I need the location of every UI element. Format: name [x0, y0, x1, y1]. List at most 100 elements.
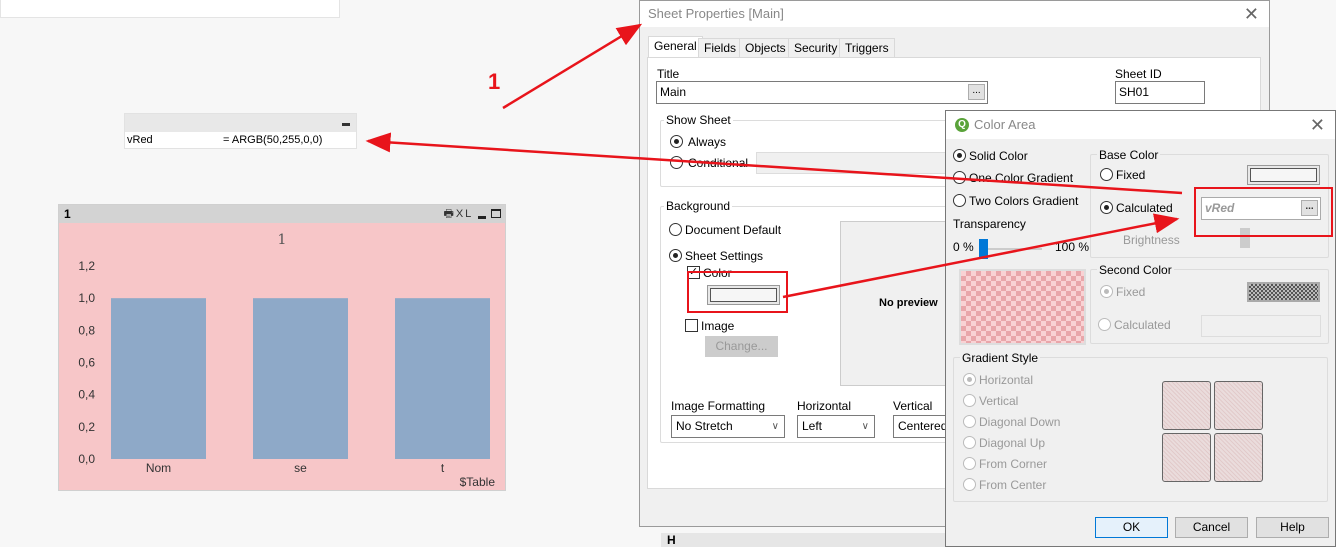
- variable-name: vRed: [127, 134, 153, 146]
- sheet-id-input[interactable]: SH01: [1115, 81, 1205, 104]
- expression-button[interactable]: ...: [968, 84, 985, 100]
- y-tick-label: 0,2: [78, 420, 95, 434]
- second-calculated-input[interactable]: [1201, 315, 1321, 337]
- gradient-variant-4[interactable]: [1214, 433, 1263, 482]
- two-colors-gradient-label: Two Colors Gradient: [969, 194, 1079, 208]
- qlikview-logo-icon: Q: [955, 118, 969, 132]
- base-calculated-input[interactable]: vRed...: [1201, 197, 1321, 220]
- second-calculated-radio[interactable]: [1098, 318, 1111, 331]
- x-axis-label: $Table: [460, 475, 496, 489]
- second-color-group: Second Color Fixed Calculated: [1090, 263, 1329, 344]
- base-calculated-label: Calculated: [1116, 201, 1173, 215]
- color-preview: [959, 269, 1086, 345]
- transparency-slider-thumb[interactable]: [979, 239, 988, 259]
- sheet-id-label: Sheet ID: [1115, 67, 1162, 81]
- title-value: Main: [660, 85, 687, 99]
- chevron-down-icon: ∨: [771, 421, 779, 432]
- one-color-gradient-radio[interactable]: [953, 171, 966, 184]
- conditional-label: Conditional: [688, 156, 749, 170]
- chevron-down-icon: ∨: [861, 421, 869, 432]
- tab-triggers[interactable]: Triggers: [839, 38, 895, 57]
- y-tick-label: 0,4: [78, 388, 95, 402]
- chart-object[interactable]: 1 🖶XL 1 $Table 0,0 0,2 0,4 0,6 0,8 1,0 1,2 Nom s…: [58, 204, 506, 491]
- no-preview-text: No preview: [879, 297, 938, 309]
- base-fixed-radio[interactable]: [1100, 168, 1113, 181]
- always-radio[interactable]: [670, 135, 683, 148]
- gradient-diagonal-down-label: Diagonal Down: [979, 415, 1061, 429]
- gradient-horizontal-label: Horizontal: [979, 373, 1034, 387]
- gradient-variant-2[interactable]: [1214, 381, 1263, 430]
- color-area-title: Color Area: [974, 117, 1036, 132]
- tab-fields[interactable]: Fields: [698, 38, 743, 57]
- document-default-label: Document Default: [685, 223, 782, 237]
- minimize-icon[interactable]: [342, 123, 350, 126]
- bar-se[interactable]: [253, 298, 348, 459]
- variable-row[interactable]: vRed = ARGB(50,255,0,0): [125, 132, 356, 149]
- gradient-from-center-radio[interactable]: [963, 478, 976, 491]
- gradient-variant-1[interactable]: [1162, 381, 1211, 430]
- color-swatch-button[interactable]: [707, 285, 780, 305]
- gradient-diagonal-down-radio[interactable]: [963, 415, 976, 428]
- title-input[interactable]: Main...: [656, 81, 988, 104]
- chart-caption: 1 🖶XL: [59, 205, 505, 223]
- sheet-object-h[interactable]: H: [661, 533, 951, 547]
- second-fixed-swatch[interactable]: [1247, 282, 1320, 302]
- y-tick-label: 0,8: [78, 323, 95, 337]
- second-calculated-label: Calculated: [1114, 318, 1171, 332]
- excel-icon[interactable]: XL: [456, 208, 473, 220]
- always-label: Always: [688, 135, 727, 149]
- color-label: Color: [703, 266, 732, 280]
- close-icon[interactable]: ✕: [1244, 1, 1259, 27]
- document-default-radio[interactable]: [669, 223, 682, 236]
- horizontal-select[interactable]: Left ∨: [797, 415, 875, 438]
- tab-objects[interactable]: Objects: [739, 38, 792, 57]
- y-tick-label: 0,6: [78, 356, 95, 370]
- gradient-style-group: Gradient Style Horizontal Vertical Diago…: [953, 351, 1328, 502]
- vertical-value: Centered: [898, 419, 948, 433]
- tab-security[interactable]: Security: [788, 38, 844, 57]
- x-tick-label: se: [294, 461, 307, 475]
- help-button[interactable]: Help: [1256, 517, 1329, 538]
- sheet-object-top: [0, 0, 340, 18]
- ok-button[interactable]: OK: [1095, 517, 1168, 538]
- base-calculated-radio[interactable]: [1100, 201, 1113, 214]
- close-icon[interactable]: ✕: [1310, 111, 1325, 139]
- base-fixed-swatch[interactable]: [1247, 165, 1320, 185]
- minimize-icon[interactable]: [477, 216, 486, 219]
- conditional-radio[interactable]: [670, 156, 683, 169]
- cancel-button[interactable]: Cancel: [1175, 517, 1248, 538]
- brightness-label: Brightness: [1123, 233, 1180, 247]
- expression-button[interactable]: ...: [1301, 200, 1318, 216]
- sheet-settings-radio[interactable]: [669, 249, 682, 262]
- sheet-settings-label: Sheet Settings: [685, 249, 764, 263]
- tab-general[interactable]: General: [648, 36, 703, 58]
- image-formatting-select[interactable]: No Stretch ∨: [671, 415, 785, 438]
- bar-t[interactable]: [395, 298, 490, 459]
- chart-title: 1: [278, 232, 287, 248]
- gradient-style-label: Gradient Style: [960, 351, 1041, 365]
- two-colors-gradient-radio[interactable]: [953, 194, 966, 207]
- base-calculated-value: vRed: [1205, 201, 1235, 215]
- gradient-vertical-radio[interactable]: [963, 394, 976, 407]
- change-button[interactable]: Change...: [705, 336, 778, 357]
- brightness-slider[interactable]: [1240, 228, 1250, 248]
- solid-color-radio[interactable]: [953, 149, 966, 162]
- transparency-slider[interactable]: [980, 248, 1042, 250]
- gradient-variant-3[interactable]: [1162, 433, 1211, 482]
- variable-box[interactable]: vRed = ARGB(50,255,0,0): [124, 113, 357, 149]
- dialog-title: Sheet Properties [Main]: [648, 6, 784, 21]
- title-label: Title: [657, 67, 680, 81]
- bar-nom[interactable]: [111, 298, 206, 459]
- gradient-from-corner-radio[interactable]: [963, 457, 976, 470]
- y-tick-label: 1,0: [78, 291, 95, 305]
- transparency-min-label: 0 %: [953, 240, 974, 254]
- gradient-diagonal-up-radio[interactable]: [963, 436, 976, 449]
- transparency-label: Transparency: [953, 217, 1026, 231]
- second-fixed-radio[interactable]: [1100, 285, 1113, 298]
- color-checkbox[interactable]: ✓: [687, 266, 700, 279]
- gradient-horizontal-radio[interactable]: [963, 373, 976, 386]
- maximize-icon[interactable]: [491, 209, 501, 218]
- image-checkbox[interactable]: [685, 319, 698, 332]
- base-color-label: Base Color: [1097, 148, 1161, 162]
- print-icon[interactable]: 🖶: [443, 208, 455, 220]
